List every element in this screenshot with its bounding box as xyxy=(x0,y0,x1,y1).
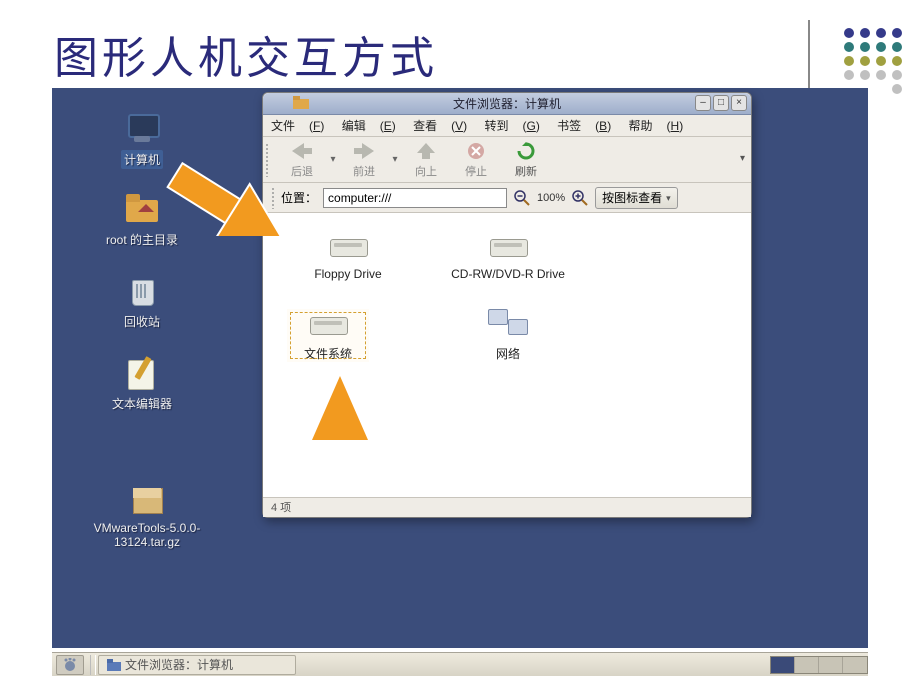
zoom-level: 100% xyxy=(537,192,565,204)
floppy-drive-icon xyxy=(326,231,370,261)
forward-dropdown[interactable]: ▾ xyxy=(389,154,401,165)
filesystem-icon xyxy=(306,309,350,339)
up-button[interactable]: 向上 xyxy=(401,140,451,179)
text-editor-icon xyxy=(122,356,162,392)
taskbar[interactable]: 文件浏览器：计算机 xyxy=(52,652,868,676)
workspace-3[interactable] xyxy=(819,657,843,673)
zoom-in-icon xyxy=(572,190,588,206)
forward-button[interactable]: 前进 xyxy=(339,140,389,179)
chevron-down-icon: ▾ xyxy=(666,188,671,208)
drive-cdrom[interactable]: CD-RW/DVD-R Drive xyxy=(433,231,583,281)
decor-vline xyxy=(808,20,810,90)
back-icon xyxy=(277,140,327,162)
file-list[interactable]: Floppy Drive CD-RW/DVD-R Drive 文件系统 网络 xyxy=(263,213,751,497)
workspace-4[interactable] xyxy=(843,657,867,673)
menu-bar: 文件(F) 编辑(E) 查看(V) 转到(G) 书签(B) 帮助(H) xyxy=(263,115,751,137)
desktop-icon-trash[interactable]: 回收站 xyxy=(82,274,202,331)
drive-filesystem[interactable]: 文件系统 xyxy=(287,309,369,362)
window-title: 文件浏览器：计算机 xyxy=(453,97,561,111)
status-bar: 4 项 xyxy=(263,497,751,517)
desktop-icon-package[interactable]: VMwareTools-5.0.0-13124.tar.gz xyxy=(82,482,212,550)
toolbar: 后退 ▾ 前进 ▾ 向上 停止 刷新 ▾ xyxy=(263,137,751,183)
network-icon xyxy=(486,309,530,339)
taskbar-task[interactable]: 文件浏览器：计算机 xyxy=(98,655,296,675)
back-dropdown[interactable]: ▾ xyxy=(327,154,339,165)
menu-file[interactable]: 文件(F) xyxy=(271,119,324,133)
drive-label: 文件系统 xyxy=(287,345,369,362)
file-manager-window[interactable]: 文件浏览器：计算机 – □ × 文件(F) 编辑(E) 查看(V) 转到(G) … xyxy=(262,92,752,518)
desktop-icon-editor[interactable]: 文本编辑器 xyxy=(82,356,202,413)
desktop-icon-computer[interactable]: 计算机 xyxy=(82,112,202,169)
zoom-out-button[interactable] xyxy=(513,189,531,207)
zoom-out-icon xyxy=(514,190,530,206)
desktop-icon-label: root 的主目录 xyxy=(103,230,181,249)
back-button[interactable]: 后退 xyxy=(277,140,327,179)
location-label: 位置： xyxy=(281,189,317,206)
location-input[interactable]: computer:/// xyxy=(323,188,507,208)
toolbar-handle[interactable] xyxy=(265,143,269,177)
drive-network[interactable]: 网络 xyxy=(433,309,583,362)
stop-button[interactable]: 停止 xyxy=(451,140,501,179)
menu-view[interactable]: 查看(V) xyxy=(413,119,467,133)
desktop[interactable]: 计算机 root 的主目录 回收站 文本编辑器 VMwareTools-5.0.… xyxy=(52,88,868,648)
drive-label: Floppy Drive xyxy=(273,267,423,281)
desktop-icon-label: VMwareTools-5.0.0-13124.tar.gz xyxy=(82,520,212,550)
system-tray xyxy=(770,653,868,676)
locationbar-handle[interactable] xyxy=(271,187,275,209)
reload-icon xyxy=(501,140,551,162)
folder-icon xyxy=(293,96,309,110)
workspace-pager[interactable] xyxy=(770,656,868,674)
reload-button[interactable]: 刷新 xyxy=(501,140,551,179)
folder-icon xyxy=(107,659,121,671)
close-button[interactable]: × xyxy=(731,95,747,111)
window-titlebar[interactable]: 文件浏览器：计算机 – □ × xyxy=(263,93,751,115)
drive-floppy[interactable]: Floppy Drive xyxy=(273,231,423,281)
slide-title: 图形人机交互方式 xyxy=(54,22,438,86)
drive-label: 网络 xyxy=(433,345,583,362)
up-icon xyxy=(401,140,451,162)
menu-edit[interactable]: 编辑(E) xyxy=(342,119,396,133)
foot-icon xyxy=(62,658,78,672)
location-bar: 位置： computer:/// 100% 按图标查看▾ xyxy=(263,183,751,213)
taskbar-separator xyxy=(90,655,96,675)
menu-help[interactable]: 帮助(H) xyxy=(629,119,684,133)
zoom-in-button[interactable] xyxy=(571,189,589,207)
minimize-button[interactable]: – xyxy=(695,95,711,111)
start-button[interactable] xyxy=(56,655,84,675)
folder-home-icon xyxy=(122,192,162,228)
stop-icon xyxy=(451,140,501,162)
workspace-2[interactable] xyxy=(795,657,819,673)
toolbar-overflow[interactable]: ▾ xyxy=(740,153,745,164)
drive-label: CD-RW/DVD-R Drive xyxy=(433,267,583,281)
desktop-icon-home[interactable]: root 的主目录 xyxy=(82,192,202,249)
maximize-button[interactable]: □ xyxy=(713,95,729,111)
computer-icon xyxy=(122,112,162,148)
optical-drive-icon xyxy=(486,231,530,261)
desktop-icon-label: 文本编辑器 xyxy=(109,394,175,413)
archive-icon xyxy=(127,482,167,518)
desktop-icon-label: 计算机 xyxy=(121,150,163,169)
forward-icon xyxy=(339,140,389,162)
window-controls: – □ × xyxy=(695,95,747,111)
menu-bookmarks[interactable]: 书签(B) xyxy=(557,119,611,133)
view-mode-select[interactable]: 按图标查看▾ xyxy=(595,187,678,209)
taskbar-task-label: 文件浏览器：计算机 xyxy=(125,656,233,674)
desktop-icon-label: 回收站 xyxy=(121,312,163,331)
workspace-1[interactable] xyxy=(771,657,795,673)
trash-icon xyxy=(122,274,162,310)
menu-go[interactable]: 转到(G) xyxy=(484,119,539,133)
